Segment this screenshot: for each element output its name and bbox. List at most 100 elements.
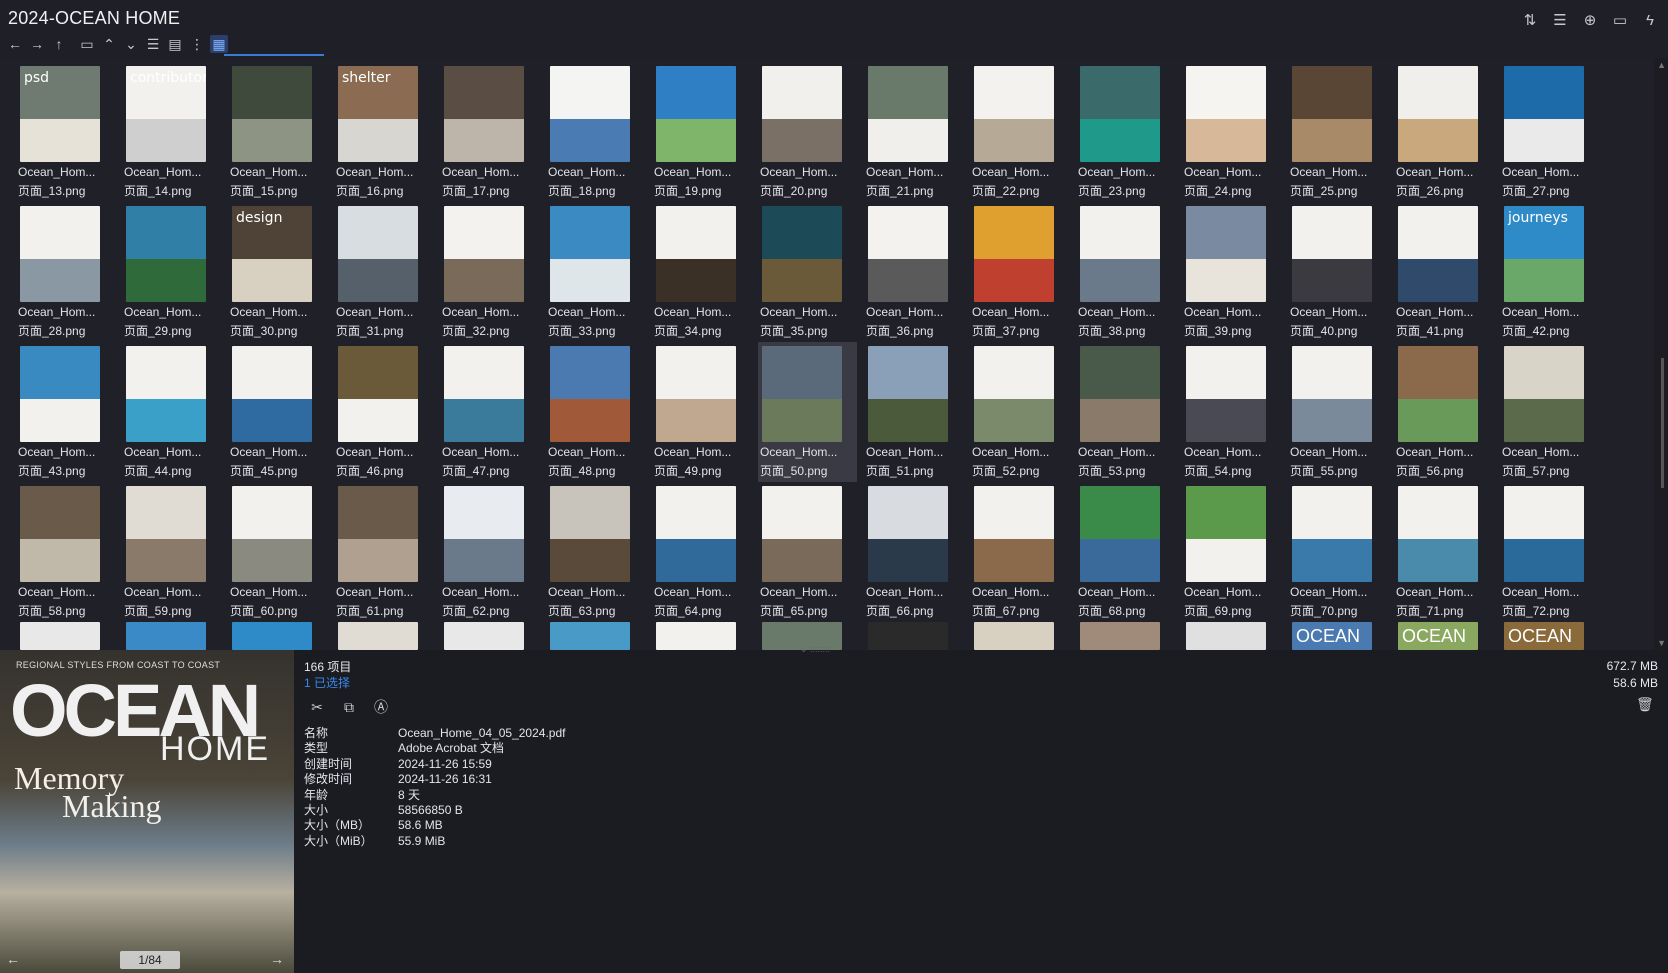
preview-prev-arrow-icon[interactable]: ← — [6, 951, 24, 969]
file-thumbnail-item[interactable]: Ocean_Hom... 页面_38.png — [1076, 202, 1175, 342]
file-thumbnail-item[interactable]: design Ocean_Hom... 页面_30.png — [228, 202, 327, 342]
file-thumbnail-item[interactable]: Ocean_Hom... 页面_23.png — [1076, 62, 1175, 202]
scroll-up-icon[interactable]: ▲ — [1657, 60, 1666, 70]
file-thumbnail-item[interactable]: shelter Ocean_Hom... 页面_16.png — [334, 62, 433, 202]
file-thumbnail-item[interactable]: Ocean_Hom... 页面_51.png — [864, 342, 963, 482]
file-thumbnail-item[interactable]: Ocean_Hom... 页面_55.png — [1288, 342, 1387, 482]
file-thumbnail-item[interactable]: Ocean_Hom... 页面_17.png — [440, 62, 539, 202]
file-thumbnail-item[interactable] — [440, 622, 539, 650]
file-thumbnail-item[interactable]: Ocean_Hom... 页面_61.png — [334, 482, 433, 622]
file-thumbnail-item[interactable]: Ocean_Hom... 页面_52.png — [970, 342, 1069, 482]
file-thumbnail-item[interactable]: OCEAN — [1394, 622, 1493, 650]
file-thumbnail-item[interactable]: Ocean_Hom... 页面_49.png — [652, 342, 751, 482]
file-thumbnail-item[interactable]: Ocean_Hom... 页面_64.png — [652, 482, 751, 622]
file-thumbnail-item[interactable]: Ocean_Hom... 页面_24.png — [1182, 62, 1281, 202]
scrollbar-thumb[interactable] — [1661, 358, 1664, 488]
file-thumbnail-item[interactable]: Ocean_Hom... 页面_27.png — [1500, 62, 1599, 202]
scroll-down-icon[interactable]: ▼ — [1657, 638, 1666, 648]
tree-view-icon[interactable]: ⋮ — [188, 35, 206, 53]
file-grid-area[interactable]: psd Ocean_Hom... 页面_13.png contributors Ocea… — [0, 58, 1650, 650]
file-thumbnail-item[interactable]: OCEAN — [1288, 622, 1387, 650]
file-thumbnail-item[interactable]: Ocean_Hom... 页面_70.png — [1288, 482, 1387, 622]
file-thumbnail-item[interactable]: Ocean_Hom... 页面_46.png — [334, 342, 433, 482]
file-thumbnail-item[interactable] — [546, 622, 645, 650]
file-thumbnail-item[interactable]: Ocean_Hom... 页面_31.png — [334, 202, 433, 342]
file-thumbnail-item[interactable]: Ocean_Hom... 页面_34.png — [652, 202, 751, 342]
copy-icon[interactable]: ⧉ — [340, 698, 358, 716]
file-thumbnail-item[interactable] — [652, 622, 751, 650]
file-thumbnail-item[interactable]: Ocean_Hom... 页面_54.png — [1182, 342, 1281, 482]
details-view-icon[interactable]: ☰ — [144, 35, 162, 53]
file-thumbnail-item[interactable] — [16, 622, 115, 650]
file-thumbnail-item[interactable]: Ocean_Hom... 页面_26.png — [1394, 62, 1493, 202]
up-arrow-icon[interactable]: ↑ — [50, 35, 68, 53]
thumbnail-view-icon[interactable]: ▦ — [210, 35, 228, 53]
file-thumbnail-item[interactable]: Ocean_Hom... 页面_22.png — [970, 62, 1069, 202]
file-thumbnail-item[interactable]: Ocean_Hom... 页面_40.png — [1288, 202, 1387, 342]
file-thumbnail-item[interactable]: Ocean_Hom... 页面_35.png — [758, 202, 857, 342]
file-thumbnail-item[interactable] — [864, 622, 963, 650]
file-thumbnail-item[interactable]: Ocean_Hom... 页面_25.png — [1288, 62, 1387, 202]
cut-icon[interactable]: ✂ — [308, 698, 326, 716]
file-thumbnail-item[interactable]: Ocean_Hom... 页面_21.png — [864, 62, 963, 202]
file-thumbnail-item[interactable] — [122, 622, 221, 650]
file-thumbnail-item[interactable]: Ocean_Hom... 页面_36.png — [864, 202, 963, 342]
file-thumbnail-item[interactable]: contributors Ocean_Hom... 页面_14.png — [122, 62, 221, 202]
vertical-scrollbar[interactable]: ▲ ▼ — [1654, 58, 1668, 650]
file-thumbnail-item[interactable] — [1076, 622, 1175, 650]
rename-icon[interactable]: Ⓐ — [372, 698, 390, 716]
file-thumbnail-item[interactable]: Ocean_Hom... 页面_39.png — [1182, 202, 1281, 342]
resize-grip[interactable]: ⌄ :::::::: — [800, 644, 830, 655]
list-view-icon[interactable]: ☰ — [1550, 10, 1570, 30]
file-thumbnail-item[interactable]: Ocean_Hom... 页面_66.png — [864, 482, 963, 622]
file-thumbnail-item[interactable]: Ocean_Hom... 页面_56.png — [1394, 342, 1493, 482]
back-arrow-icon[interactable]: ← — [6, 35, 24, 53]
clipboard-icon[interactable]: ▭ — [1610, 10, 1630, 30]
pdf-preview[interactable]: REGIONAL STYLES FROM COAST TO COAST OCEA… — [0, 650, 294, 973]
file-thumbnail-item[interactable] — [970, 622, 1069, 650]
file-thumbnail-item[interactable]: OCEAN — [1500, 622, 1599, 650]
sort-icon[interactable]: ⇅ — [1520, 10, 1540, 30]
preview-next-arrow-icon[interactable]: → — [270, 951, 288, 969]
file-thumbnail-item[interactable] — [1182, 622, 1281, 650]
file-thumbnail-item[interactable]: Ocean_Hom... 页面_58.png — [16, 482, 115, 622]
file-thumbnail-item[interactable] — [334, 622, 433, 650]
lightning-icon[interactable]: ϟ — [1640, 10, 1660, 30]
file-thumbnail-item[interactable]: Ocean_Hom... 页面_59.png — [122, 482, 221, 622]
file-thumbnail-item[interactable]: Ocean_Hom... 页面_72.png — [1500, 482, 1599, 622]
file-thumbnail-item[interactable]: Ocean_Hom... 页面_18.png — [546, 62, 645, 202]
file-thumbnail-item[interactable] — [228, 622, 327, 650]
file-thumbnail-item[interactable]: Ocean_Hom... 页面_68.png — [1076, 482, 1175, 622]
forward-arrow-icon[interactable]: → — [28, 35, 46, 53]
file-thumbnail-item[interactable]: Ocean_Hom... 页面_62.png — [440, 482, 539, 622]
file-thumbnail-item[interactable]: Ocean_Hom... 页面_19.png — [652, 62, 751, 202]
tiles-view-icon[interactable]: ▤ — [166, 35, 184, 53]
file-thumbnail-item[interactable]: Ocean_Hom... 页面_63.png — [546, 482, 645, 622]
window-icon[interactable]: ▭ — [78, 35, 96, 53]
file-thumbnail-item[interactable]: Ocean_Hom... 页面_48.png — [546, 342, 645, 482]
file-thumbnail-item[interactable]: Ocean_Hom... 页面_47.png — [440, 342, 539, 482]
file-thumbnail-item[interactable]: Ocean_Hom... 页面_29.png — [122, 202, 221, 342]
chevron-down-icon[interactable]: ⌄ — [122, 35, 140, 53]
file-thumbnail-item[interactable]: journeys Ocean_Hom... 页面_42.png — [1500, 202, 1599, 342]
file-thumbnail-item[interactable]: Ocean_Hom... 页面_60.png — [228, 482, 327, 622]
file-thumbnail-item[interactable]: Ocean_Hom... 页面_65.png — [758, 482, 857, 622]
file-thumbnail-item[interactable]: Ocean_Hom... 页面_15.png — [228, 62, 327, 202]
file-thumbnail-item[interactable]: Ocean_Hom... 页面_69.png — [1182, 482, 1281, 622]
file-thumbnail-item[interactable]: Ocean_Hom... 页面_37.png — [970, 202, 1069, 342]
file-thumbnail-item[interactable]: Ocean_Hom... 页面_45.png — [228, 342, 327, 482]
chevron-up-icon[interactable]: ⌃ — [100, 35, 118, 53]
file-thumbnail-item[interactable]: Ocean_Hom... 页面_32.png — [440, 202, 539, 342]
file-thumbnail-item[interactable]: Ocean_Hom... 页面_43.png — [16, 342, 115, 482]
file-thumbnail-item[interactable]: Ocean_Hom... 页面_44.png — [122, 342, 221, 482]
file-thumbnail-item[interactable]: Ocean_Hom... 页面_28.png — [16, 202, 115, 342]
file-thumbnail-item[interactable]: Ocean_Hom... 页面_67.png — [970, 482, 1069, 622]
file-thumbnail-item[interactable]: Ocean_Hom... 页面_20.png — [758, 62, 857, 202]
add-circle-icon[interactable]: ⊕ — [1580, 10, 1600, 30]
file-thumbnail-item[interactable]: Ocean_Hom... 页面_50.png — [758, 342, 857, 482]
file-thumbnail-item[interactable]: Ocean_Hom... 页面_71.png — [1394, 482, 1493, 622]
file-thumbnail-item[interactable]: Ocean_Hom... 页面_57.png — [1500, 342, 1599, 482]
file-thumbnail-item[interactable]: Ocean_Hom... 页面_41.png — [1394, 202, 1493, 342]
file-thumbnail-item[interactable]: Ocean_Hom... 页面_53.png — [1076, 342, 1175, 482]
trash-icon[interactable]: 🗑 — [1636, 696, 1654, 714]
